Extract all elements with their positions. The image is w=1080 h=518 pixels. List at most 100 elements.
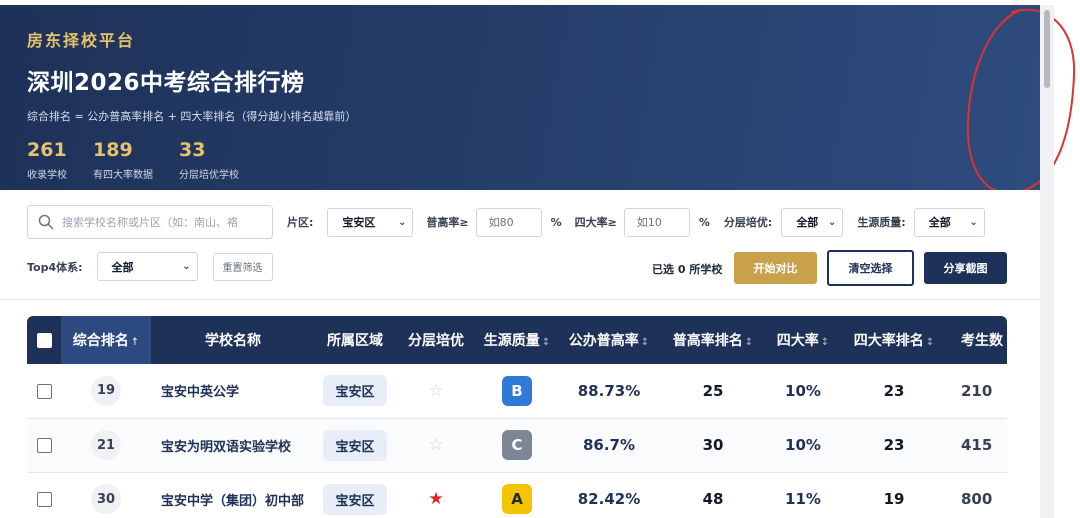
sort-icon: ↕: [744, 337, 754, 348]
high-rank-value: 48: [702, 490, 724, 508]
high-rate-input[interactable]: [475, 207, 542, 237]
district-select[interactable]: 宝安区 ⌄: [327, 207, 414, 237]
column-header-rank[interactable]: 综合排名 ↑: [61, 316, 151, 364]
four-rate-value: 10%: [785, 381, 821, 400]
row-select-cell[interactable]: [27, 364, 61, 418]
layered-cell: ★: [395, 472, 477, 518]
top4-label: Top4体系:: [27, 260, 83, 274]
column-label: 综合排名: [72, 333, 129, 349]
high-rate-value: 88.73%: [577, 381, 641, 400]
district-select-value: 宝安区: [342, 216, 376, 229]
four-rate-label: 四大率≥: [574, 216, 617, 229]
column-header-layered: 分层培优: [395, 316, 477, 364]
column-header-students[interactable]: 考生数: [947, 316, 1007, 364]
column-header-source[interactable]: 生源质量 ↕: [477, 316, 557, 364]
layered-cell: ☆: [395, 364, 477, 418]
percent-sign: %: [698, 215, 710, 229]
share-screenshot-button[interactable]: 分享截图: [924, 252, 1007, 284]
table-row[interactable]: 19 宝安中英公学 宝安区 ☆ B 88.73% 25 10% 23 210: [27, 364, 1007, 418]
four-rank-value: 19: [883, 490, 905, 508]
chevron-down-icon: ⌄: [827, 216, 837, 228]
start-compare-button[interactable]: 开始对比: [734, 252, 817, 284]
table-header-row: 综合排名 ↑ 学校名称 所属区域 分层培优 生源质量 ↕ 公办普高率 ↕ 普高率排名 ↕…: [27, 316, 1007, 364]
row-checkbox[interactable]: [36, 492, 52, 507]
clear-selection-button[interactable]: 清空选择: [827, 250, 914, 286]
four-rate-input[interactable]: [623, 207, 690, 237]
high-rank-value: 25: [702, 381, 724, 400]
column-label: 普高率排名: [672, 333, 743, 349]
stat-label: 分层培优学校: [179, 170, 239, 181]
rank-badge: 19: [91, 375, 121, 406]
page-scrollbar[interactable]: [1040, 5, 1054, 518]
layered-select-value: 全部: [796, 216, 819, 229]
rank-badge: 30: [91, 484, 121, 514]
top4-select[interactable]: 全部 ⌄: [96, 252, 198, 281]
layered-select[interactable]: 全部 ⌄: [781, 207, 844, 237]
chevron-down-icon: ⌄: [398, 216, 407, 228]
layered-label: 分层培优:: [723, 216, 773, 229]
source-cell: C: [477, 418, 557, 472]
scrollbar-thumb[interactable]: [1044, 10, 1050, 88]
district-tag: 宝安区: [323, 429, 387, 461]
page-subtitle: 综合排名 = 公办普高率排名 + 四大率排名（得分越小排名越靠前）: [27, 110, 357, 123]
district-cell: 宝安区: [315, 472, 395, 518]
stat-value: 189: [93, 139, 133, 161]
ranking-table-container: 综合排名 ↑ 学校名称 所属区域 分层培优 生源质量 ↕ 公办普高率 ↕ 普高率排名 ↕…: [27, 316, 1007, 518]
column-label: 生源质量: [483, 333, 540, 349]
school-name[interactable]: 宝安中学（集团）初中部: [151, 472, 315, 518]
source-cell: B: [477, 364, 557, 418]
row-select-cell[interactable]: [27, 472, 61, 518]
percent-sign: %: [550, 215, 562, 229]
district-tag: 宝安区: [323, 483, 387, 515]
column-label: 学校名称: [205, 333, 261, 349]
source-cell: A: [477, 472, 557, 518]
column-header-high-rank[interactable]: 普高率排名 ↕: [661, 316, 765, 364]
row-select-cell[interactable]: [27, 418, 61, 472]
column-label: 分层培优: [408, 333, 464, 349]
district-cell: 宝安区: [315, 418, 395, 472]
star-outline-icon: ☆: [428, 380, 444, 401]
column-header-four-rate[interactable]: 四大率 ↕: [765, 316, 841, 364]
school-name[interactable]: 宝安中英公学: [151, 364, 315, 418]
high-rate-label: 普高率≥: [426, 216, 469, 229]
brand-name: 房东择校平台: [27, 31, 136, 50]
source-quality-select[interactable]: 全部 ⌄: [913, 207, 985, 237]
chevron-down-icon: ⌄: [182, 261, 191, 272]
column-label: 公办普高率: [568, 333, 639, 349]
stat-value: 261: [27, 139, 67, 161]
table-row[interactable]: 30 宝安中学（集团）初中部 宝安区 ★ A 82.42% 48 11% 19 …: [27, 472, 1007, 518]
stat-four-rate: 189 有四大率数据: [93, 139, 153, 181]
column-label: 四大率: [776, 333, 819, 349]
row-checkbox[interactable]: [36, 383, 52, 399]
filter-panel: 片区: 宝安区 ⌄ 普高率≥ % 四大率≥ % 分层培优: 全部 ⌄ 生源质量:…: [0, 190, 1040, 300]
search-box[interactable]: [27, 205, 273, 239]
select-all-cell[interactable]: [27, 316, 61, 364]
top4-select-value: 全部: [111, 260, 134, 274]
stat-label: 收录学校: [27, 170, 67, 181]
district-label: 片区:: [287, 216, 314, 229]
four-rate-value: 10%: [785, 436, 821, 454]
table-row[interactable]: 21 宝安为明双语实验学校 宝安区 ☆ C 86.7% 30 10% 23 41…: [27, 418, 1007, 472]
star-outline-icon: ☆: [428, 435, 444, 455]
select-all-checkbox[interactable]: [36, 332, 52, 348]
layered-cell: ☆: [395, 418, 477, 472]
students-value: 210: [961, 381, 993, 400]
column-header-district: 所属区域: [315, 316, 395, 364]
row-checkbox[interactable]: [36, 438, 52, 453]
column-header-four-rank[interactable]: 四大率排名 ↕: [841, 316, 947, 364]
rank-cell: 19: [61, 364, 151, 418]
source-quality-select-value: 全部: [928, 216, 951, 229]
reset-filters-button[interactable]: 重置筛选: [212, 252, 273, 281]
chevron-down-icon: ⌄: [969, 216, 978, 228]
source-quality-label: 生源质量:: [857, 216, 906, 229]
search-input[interactable]: [62, 215, 267, 229]
rank-cell: 21: [61, 418, 151, 472]
high-rank-value: 30: [702, 436, 724, 454]
students-value: 415: [961, 436, 993, 454]
school-name[interactable]: 宝安为明双语实验学校: [151, 418, 315, 472]
sort-asc-icon: ↑: [130, 337, 140, 348]
page-title: 深圳2026中考综合排行榜: [27, 70, 305, 96]
four-rate-value: 11%: [785, 490, 821, 508]
column-header-high-rate[interactable]: 公办普高率 ↕: [557, 316, 661, 364]
district-cell: 宝安区: [315, 364, 395, 418]
